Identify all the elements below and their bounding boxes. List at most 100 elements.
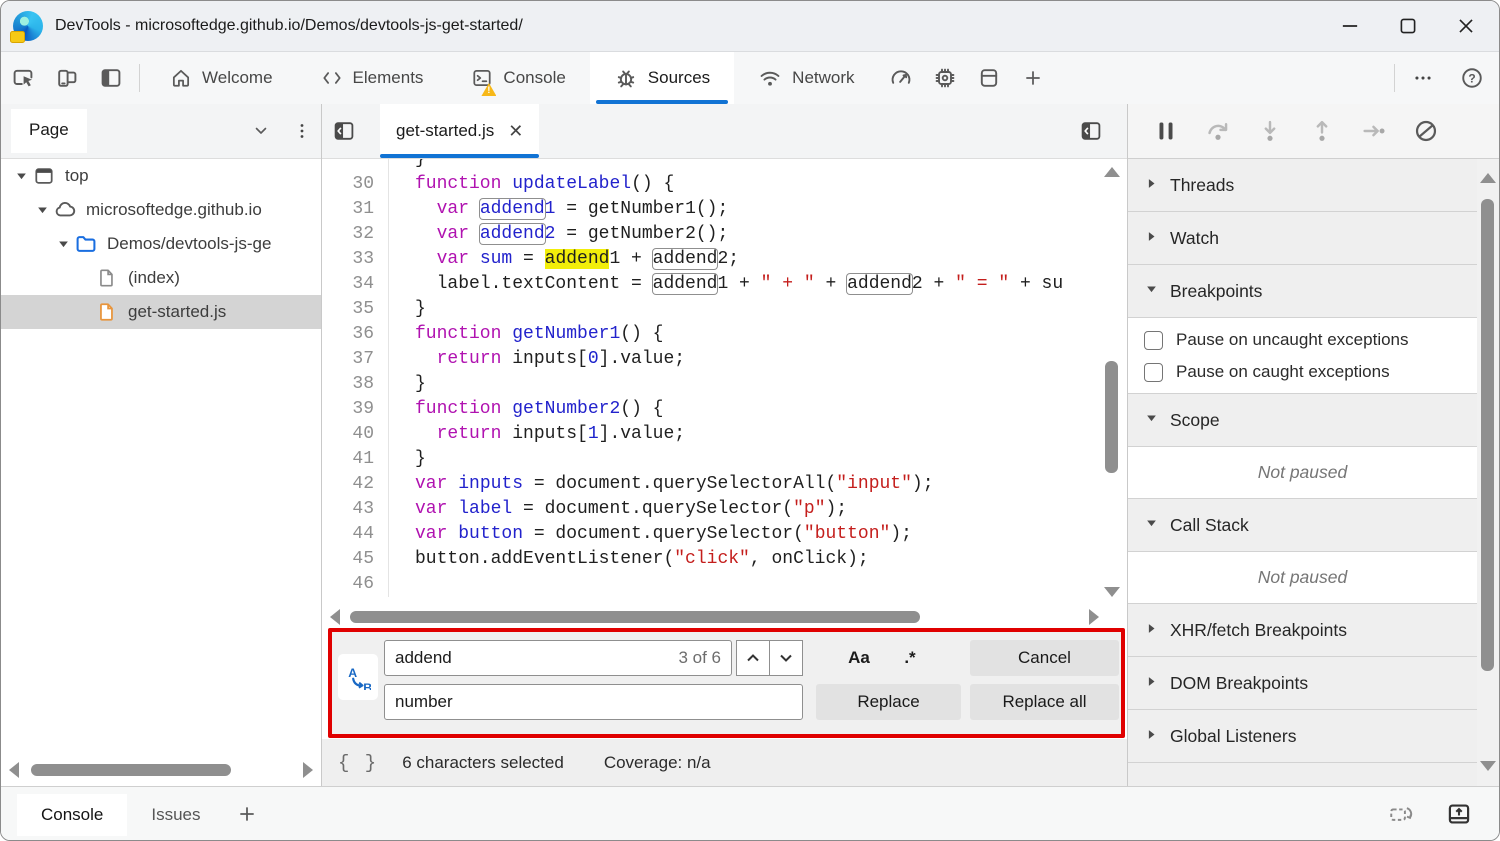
panel-layout-button[interactable] bbox=[89, 52, 133, 104]
replace-all-button[interactable]: Replace all bbox=[970, 684, 1119, 720]
tab-network[interactable]: Network bbox=[734, 52, 878, 104]
tree-item-demos-devtools-js-ge[interactable]: Demos/devtools-js-ge bbox=[1, 227, 321, 261]
checkbox-row-pause-on-uncaught-exceptions[interactable]: Pause on uncaught exceptions bbox=[1128, 324, 1477, 356]
editor-vertical-scrollbar[interactable] bbox=[1103, 159, 1121, 605]
file-tab-get-started[interactable]: get-started.js ✕ bbox=[380, 104, 539, 158]
step-button[interactable] bbox=[1352, 111, 1395, 151]
replace-input[interactable]: number bbox=[384, 684, 803, 720]
regex-button[interactable]: .* bbox=[890, 640, 930, 676]
drawer-tab-issues[interactable]: Issues bbox=[127, 794, 224, 836]
section-title: Watch bbox=[1170, 228, 1219, 249]
checkbox[interactable] bbox=[1144, 363, 1163, 382]
checkbox-row-pause-on-caught-exceptions[interactable]: Pause on caught exceptions bbox=[1128, 356, 1477, 388]
debugger-scrollbar[interactable] bbox=[1477, 159, 1499, 787]
tree-item-get-started-js[interactable]: get-started.js bbox=[1, 295, 321, 329]
tab-console[interactable]: Console ! bbox=[447, 52, 589, 104]
expand-quick-view-button[interactable] bbox=[1437, 801, 1481, 827]
step-out-button[interactable] bbox=[1300, 111, 1343, 151]
deactivate-breakpoints-button[interactable] bbox=[1404, 111, 1447, 151]
step-icon bbox=[1361, 118, 1387, 144]
scroll-up-arrow[interactable] bbox=[1104, 167, 1120, 177]
more-tabs-button[interactable] bbox=[1011, 52, 1055, 104]
caret-down-icon[interactable] bbox=[11, 169, 31, 184]
line-content: function updateLabel() { bbox=[388, 172, 1127, 197]
navigator-menu-button[interactable] bbox=[283, 121, 321, 141]
tree-item-top[interactable]: top bbox=[1, 159, 321, 193]
close-tab-icon[interactable]: ✕ bbox=[508, 121, 523, 142]
inspect-button[interactable] bbox=[1, 52, 45, 104]
pause-icon bbox=[1153, 118, 1179, 144]
find-input[interactable]: addend 3 of 6 bbox=[384, 640, 732, 676]
code-line-clipped: } bbox=[322, 159, 1127, 172]
next-match-button[interactable] bbox=[769, 640, 803, 676]
scroll-right-arrow[interactable] bbox=[303, 762, 313, 778]
add-drawer-tab-button[interactable] bbox=[225, 803, 269, 825]
scroll-left-arrow[interactable] bbox=[330, 609, 340, 625]
panel-arrow-icon bbox=[1079, 119, 1103, 143]
step-into-icon bbox=[1257, 118, 1283, 144]
restore-dock-button[interactable] bbox=[1379, 801, 1423, 827]
minimize-button[interactable] bbox=[1321, 5, 1379, 47]
scroll-right-arrow[interactable] bbox=[1089, 609, 1099, 625]
caret-down-icon[interactable] bbox=[32, 203, 52, 218]
section-breakpoints[interactable]: Breakpoints bbox=[1128, 265, 1477, 318]
application-button[interactable] bbox=[967, 52, 1011, 104]
navigator-horizontal-scrollbar[interactable] bbox=[1, 757, 321, 783]
scroll-up-arrow[interactable] bbox=[1480, 173, 1496, 183]
scroll-left-arrow[interactable] bbox=[9, 762, 19, 778]
pause-button[interactable] bbox=[1144, 111, 1187, 151]
step-over-button[interactable] bbox=[1196, 111, 1239, 151]
step-over-icon bbox=[1205, 118, 1231, 144]
tab-console-label: Console bbox=[503, 68, 565, 88]
checkbox[interactable] bbox=[1144, 331, 1163, 350]
step-into-button[interactable] bbox=[1248, 111, 1291, 151]
drawer-bar: Console Issues bbox=[1, 786, 1499, 840]
match-case-button[interactable]: Aa bbox=[837, 640, 881, 676]
section-threads[interactable]: Threads bbox=[1128, 159, 1477, 212]
section-scope[interactable]: Scope bbox=[1128, 394, 1477, 447]
help-button[interactable]: ? bbox=[1445, 52, 1499, 104]
hide-debugger-sidebar-button[interactable] bbox=[1069, 104, 1113, 158]
performance-button[interactable] bbox=[879, 52, 923, 104]
tree-item-microsoftedge-github-io[interactable]: microsoftedge.github.io bbox=[1, 193, 321, 227]
replace-toggle-button[interactable]: AB bbox=[338, 654, 378, 700]
scrollbar-thumb[interactable] bbox=[1481, 199, 1494, 671]
drawer-tab-console[interactable]: Console bbox=[17, 794, 127, 836]
code-line-39: 39function getNumber2() { bbox=[322, 397, 1127, 422]
close-button[interactable] bbox=[1437, 5, 1495, 47]
section-global-listeners[interactable]: Global Listeners bbox=[1128, 710, 1477, 763]
line-number: 32 bbox=[322, 222, 388, 247]
maximize-button[interactable] bbox=[1379, 5, 1437, 47]
section-watch[interactable]: Watch bbox=[1128, 212, 1477, 265]
title-bar: DevTools - microsoftedge.github.io/Demos… bbox=[1, 1, 1499, 52]
tree-item-index[interactable]: (index) bbox=[1, 261, 321, 295]
caret-down-icon[interactable] bbox=[53, 237, 73, 252]
section-call-stack[interactable]: Call Stack bbox=[1128, 499, 1477, 552]
line-content: } bbox=[388, 372, 1127, 397]
cancel-button[interactable]: Cancel bbox=[970, 640, 1119, 676]
code-line-32: 32 var addend2 = getNumber2(); bbox=[322, 222, 1127, 247]
section-dom-breakpoints[interactable]: DOM Breakpoints bbox=[1128, 657, 1477, 710]
caret-down-icon bbox=[1144, 515, 1159, 536]
scrollbar-thumb[interactable] bbox=[1105, 361, 1118, 473]
tab-sources[interactable]: Sources bbox=[590, 52, 734, 104]
section-xhr-fetch-breakpoints[interactable]: XHR/fetch Breakpoints bbox=[1128, 604, 1477, 657]
pretty-print-button[interactable]: { } bbox=[338, 752, 378, 774]
replace-button[interactable]: Replace bbox=[816, 684, 961, 720]
scroll-down-arrow[interactable] bbox=[1104, 587, 1120, 597]
code-editor[interactable]: }30function updateLabel() {31 var addend… bbox=[322, 159, 1127, 605]
device-emulation-button[interactable] bbox=[45, 52, 89, 104]
hide-navigator-button[interactable] bbox=[322, 104, 366, 158]
more-navigator-tabs-button[interactable] bbox=[239, 121, 283, 141]
line-content: var addend2 = getNumber2(); bbox=[388, 222, 1127, 247]
previous-match-button[interactable] bbox=[736, 640, 770, 676]
tab-page[interactable]: Page bbox=[11, 109, 87, 153]
scroll-down-arrow[interactable] bbox=[1480, 761, 1496, 771]
customize-devtools-button[interactable] bbox=[1401, 52, 1445, 104]
editor-horizontal-scrollbar[interactable] bbox=[322, 604, 1107, 629]
tab-welcome[interactable]: Welcome bbox=[146, 52, 297, 104]
scrollbar-thumb[interactable] bbox=[350, 611, 920, 623]
scrollbar-thumb[interactable] bbox=[31, 764, 231, 776]
memory-button[interactable] bbox=[923, 52, 967, 104]
tab-elements[interactable]: Elements bbox=[297, 52, 448, 104]
